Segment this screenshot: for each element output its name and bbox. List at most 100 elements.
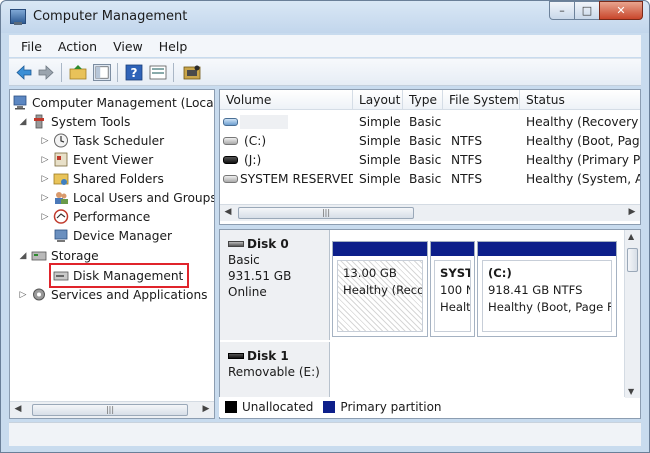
expand-arrow-icon[interactable]: ▷ (40, 174, 50, 184)
tree-item-local-users-groups[interactable]: ▷ Local Users and Groups (40, 188, 215, 207)
scroll-thumb[interactable] (627, 248, 638, 272)
scroll-left-icon[interactable]: ◀ (222, 207, 234, 217)
drive-icon (223, 118, 238, 126)
tree-label: Computer Management (Local (32, 95, 215, 110)
table-row[interactable]: SYSTEM RESERVED Simple Basic NTFS Health… (220, 170, 640, 188)
tree-horizontal-scrollbar[interactable]: ◀ ||| ▶ (10, 401, 214, 418)
tree-label: System Tools (51, 114, 131, 129)
window-title: Computer Management (33, 9, 188, 24)
scroll-down-icon[interactable]: ▼ (628, 387, 634, 396)
volume-horizontal-scrollbar[interactable]: ◀ ||| ▶ (220, 204, 640, 221)
forward-arrow-icon[interactable] (37, 64, 55, 81)
disk-1-label[interactable]: Disk 1 Removable (E:) (220, 342, 330, 398)
toolbar: ? (9, 58, 641, 86)
minimize-button[interactable]: – (549, 1, 575, 20)
table-row[interactable]: (J:) Simple Basic NTFS Healthy (Primary … (220, 151, 640, 169)
scroll-thumb[interactable]: ||| (32, 404, 188, 416)
scroll-thumb[interactable]: ||| (238, 207, 414, 219)
storage-icon (31, 251, 47, 261)
legend-primary: Primary partition (340, 400, 442, 414)
disk-0-type: Basic (228, 253, 260, 267)
primary-partition-bar (431, 242, 474, 256)
expand-arrow-icon[interactable]: ▷ (40, 193, 50, 203)
primary-partition-swatch (323, 401, 336, 413)
drive-icon (223, 156, 238, 164)
show-hide-tree-icon[interactable] (93, 64, 111, 81)
disk-settings-icon[interactable] (183, 64, 201, 81)
tree-item-event-viewer[interactable]: ▷ Event Viewer (40, 150, 154, 169)
disk-map-vertical-scrollbar[interactable]: ▲ ▼ (624, 230, 640, 398)
drive-icon (223, 175, 238, 183)
disk-map: Disk 0 Basic 931.51 GB Online 13.00 GB H… (219, 229, 641, 419)
tree-item-computer-management[interactable]: Computer Management (Local (12, 93, 215, 112)
table-row[interactable]: (C:) Simple Basic NTFS Healthy (Boot, Pa… (220, 132, 640, 150)
scroll-right-icon[interactable]: ▶ (200, 404, 212, 414)
tree-item-task-scheduler[interactable]: ▷ Task Scheduler (40, 131, 164, 150)
menu-bar: File Action View Help (9, 35, 641, 57)
menu-help[interactable]: Help (151, 39, 196, 54)
column-header-type[interactable]: Type (403, 90, 443, 110)
tree-item-system-tools[interactable]: ◢ System Tools (18, 112, 131, 131)
table-row[interactable]: Simple Basic Healthy (Recovery P (220, 113, 640, 131)
tree-label: Task Scheduler (73, 133, 165, 148)
help-icon[interactable]: ? (125, 64, 143, 81)
legend: Unallocated Primary partition (219, 397, 625, 417)
expand-arrow-icon[interactable]: ▷ (40, 155, 50, 165)
primary-partition-bar (478, 242, 616, 256)
drive-icon (223, 137, 238, 145)
partition-system-reserved[interactable]: SYST 100 N Healt (430, 241, 475, 337)
title-bar[interactable]: Computer Management – □ ✕ (1, 1, 649, 33)
primary-partition-bar (333, 242, 427, 256)
column-header-volume[interactable]: Volume (220, 90, 353, 110)
performance-icon (53, 209, 69, 224)
up-folder-icon[interactable] (69, 64, 87, 81)
removable-disk-icon (228, 353, 244, 359)
expand-arrow-icon[interactable]: ▷ (40, 212, 50, 222)
volume-list: Volume Layout Type File System Status Si… (219, 89, 641, 225)
disk-0-state: Online (228, 285, 267, 299)
scroll-right-icon[interactable]: ▶ (626, 207, 638, 217)
svg-text:?: ? (131, 66, 138, 80)
column-header-file-system[interactable]: File System (443, 90, 520, 110)
menu-view[interactable]: View (105, 39, 151, 54)
tree-label: Storage (51, 248, 99, 263)
system-tools-icon (34, 114, 44, 129)
tree-label: Shared Folders (73, 171, 164, 186)
users-icon (55, 192, 68, 204)
close-button[interactable]: ✕ (599, 1, 643, 20)
tree-label: Device Manager (73, 228, 172, 243)
properties-icon[interactable] (149, 64, 167, 81)
disk-0-label[interactable]: Disk 0 Basic 931.51 GB Online (220, 230, 330, 340)
partition-recovery[interactable]: 13.00 GB Healthy (Reco (332, 241, 428, 337)
console-tree: Computer Management (Local ◢ System Tool… (9, 89, 215, 419)
expand-arrow-icon[interactable]: ▷ (18, 290, 28, 300)
scroll-left-icon[interactable]: ◀ (12, 404, 24, 414)
tree-label: Services and Applications (51, 287, 208, 302)
tree-item-performance[interactable]: ▷ Performance (40, 207, 150, 226)
tree-item-device-manager[interactable]: Device Manager (53, 226, 172, 245)
collapse-arrow-icon[interactable]: ◢ (18, 117, 28, 127)
status-bar (9, 422, 641, 446)
tree-label: Local Users and Groups (73, 190, 215, 205)
computer-management-window: Computer Management – □ ✕ File Action Vi… (0, 0, 650, 453)
menu-file[interactable]: File (13, 39, 50, 54)
column-header-status[interactable]: Status (520, 90, 640, 110)
tree-item-shared-folders[interactable]: ▷ Shared Folders (40, 169, 164, 188)
computer-management-icon (13, 95, 27, 110)
menu-action[interactable]: Action (50, 39, 105, 54)
expand-arrow-icon[interactable]: ▷ (40, 136, 50, 146)
disk-0-size: 931.51 GB (228, 269, 292, 283)
tree-label: Performance (73, 209, 151, 224)
unallocated-swatch (225, 401, 237, 413)
collapse-arrow-icon[interactable]: ◢ (18, 251, 28, 261)
column-header-layout[interactable]: Layout (353, 90, 403, 110)
scroll-up-icon[interactable]: ▲ (628, 232, 634, 241)
shared-folder-icon (53, 173, 69, 185)
maximize-button[interactable]: □ (574, 1, 600, 20)
back-arrow-icon[interactable] (15, 64, 33, 81)
highlight-box (49, 263, 189, 288)
partition-c-drive[interactable]: (C:) 918.41 GB NTFS Healthy (Boot, Page … (477, 241, 617, 337)
disk-0-partitions: 13.00 GB Healthy (Reco SYST 100 N Healt … (332, 241, 622, 337)
clock-icon (54, 133, 68, 148)
computer-management-icon (10, 9, 26, 25)
